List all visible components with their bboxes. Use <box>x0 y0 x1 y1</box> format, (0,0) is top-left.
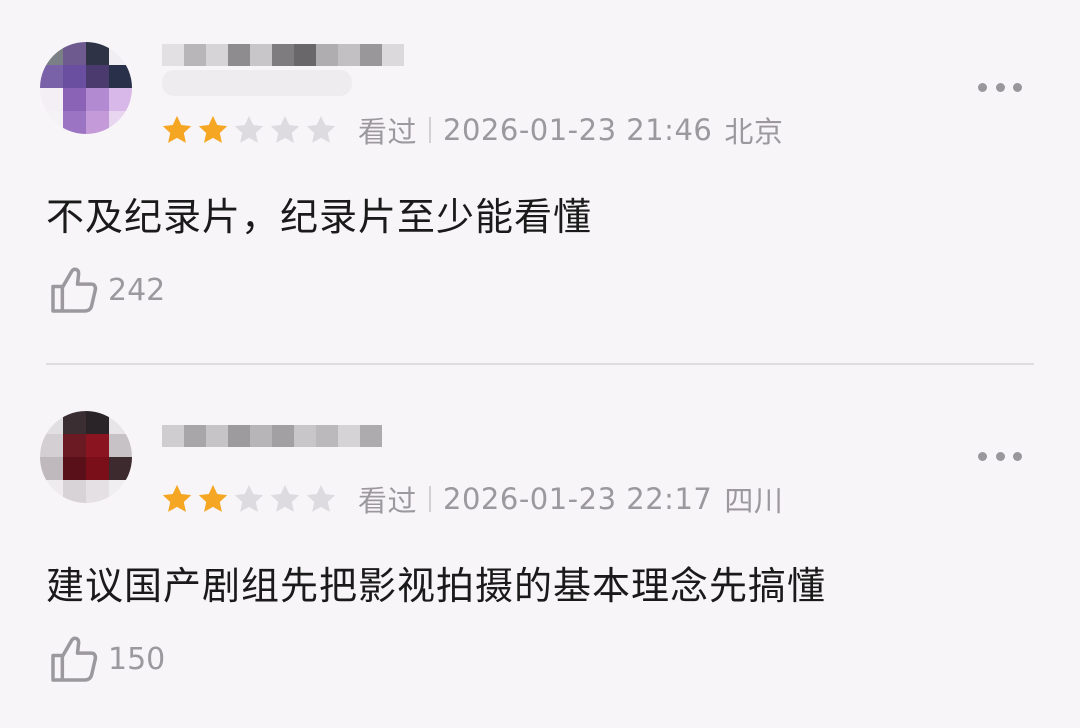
meta-divider <box>429 486 432 512</box>
like-button[interactable]: 150 <box>46 631 165 687</box>
star-filled-icon <box>162 484 192 512</box>
star-filled-icon <box>198 484 228 512</box>
username-blurred-shadow <box>162 70 352 96</box>
meta-divider <box>429 117 432 143</box>
rating-stars <box>160 113 338 147</box>
comment-card: 看过 2026-01-23 21:46 北京 不及纪录片，纪录片至少能看懂 24… <box>0 0 1080 364</box>
like-count: 242 <box>108 272 166 308</box>
star-empty-icon <box>270 484 300 512</box>
comment-meta: 看过 2026-01-23 21:46 北京 <box>160 110 783 150</box>
star-filled-icon <box>198 115 228 143</box>
avatar[interactable] <box>40 411 132 503</box>
comment-datetime: 2026-01-23 21:46 <box>443 113 713 147</box>
star-empty-icon <box>306 115 336 143</box>
comment-meta: 看过 2026-01-23 22:17 四川 <box>160 479 783 519</box>
star-filled-icon <box>162 115 192 143</box>
star-empty-icon <box>306 484 336 512</box>
comment-location: 四川 <box>724 484 784 518</box>
more-options-icon[interactable] <box>978 80 1022 94</box>
username-blurred <box>162 44 404 66</box>
comment-text: 建议国产剧组先把影视拍摄的基本理念先搞懂 <box>46 564 827 608</box>
thumbs-up-icon <box>51 636 98 682</box>
avatar[interactable] <box>40 42 132 134</box>
comment-card: 看过 2026-01-23 22:17 四川 建议国产剧组先把影视拍摄的基本理念… <box>0 365 1080 728</box>
watch-status: 看过 <box>358 115 418 149</box>
like-count: 150 <box>108 641 166 677</box>
username-blurred <box>162 425 382 447</box>
star-empty-icon <box>234 115 264 143</box>
more-options-icon[interactable] <box>978 449 1022 463</box>
thumbs-up-icon <box>51 267 98 313</box>
rating-stars <box>160 482 338 516</box>
like-button[interactable]: 242 <box>46 262 165 318</box>
star-empty-icon <box>270 115 300 143</box>
comment-datetime: 2026-01-23 22:17 <box>443 482 713 516</box>
comment-text: 不及纪录片，纪录片至少能看懂 <box>46 195 593 239</box>
watch-status: 看过 <box>358 484 418 518</box>
star-empty-icon <box>234 484 264 512</box>
comment-location: 北京 <box>724 115 784 149</box>
